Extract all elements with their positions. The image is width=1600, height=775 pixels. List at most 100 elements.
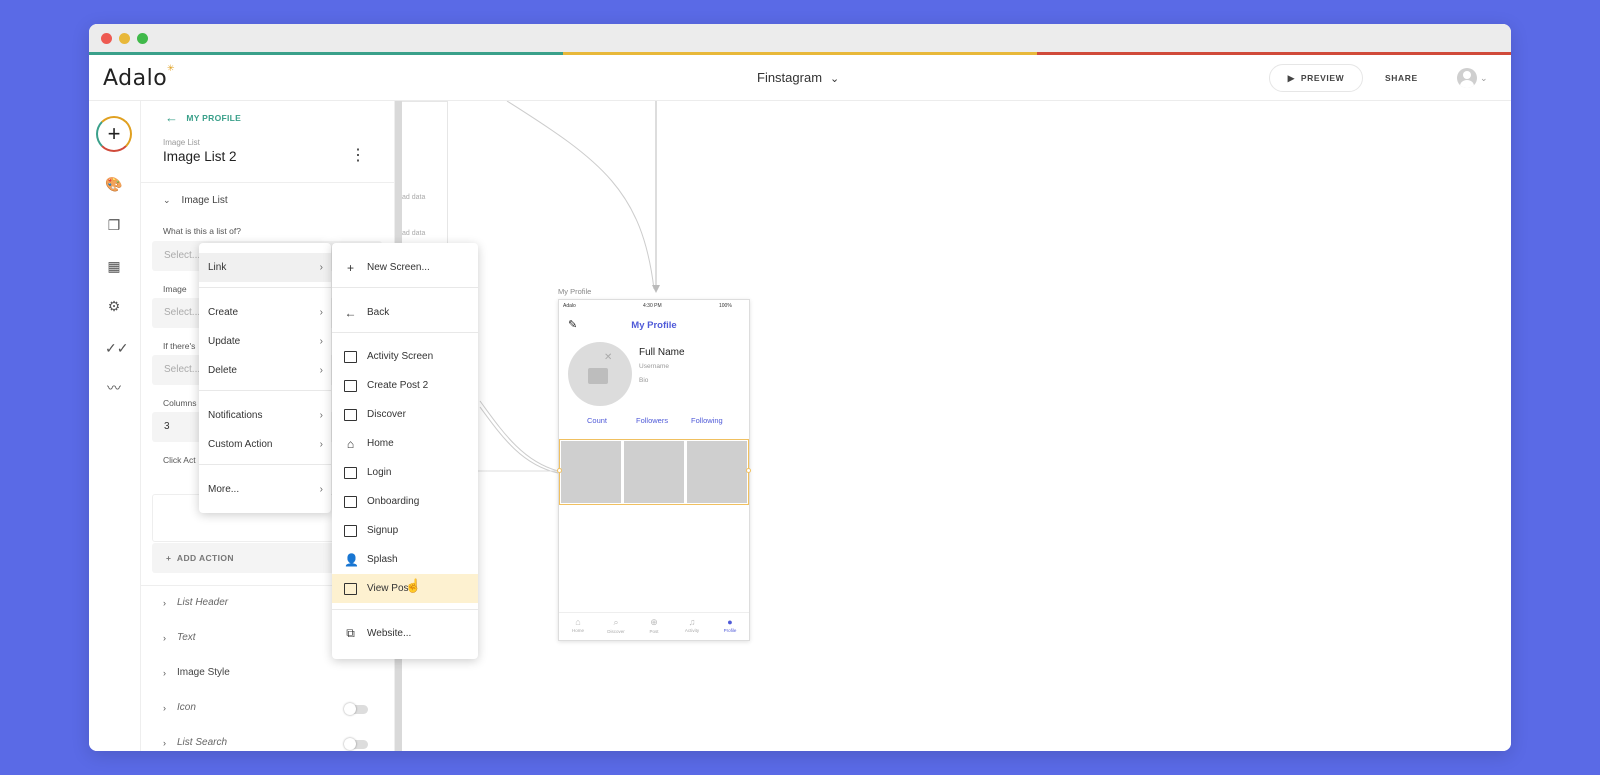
play-icon: ▶: [1287, 72, 1295, 83]
gear-icon[interactable]: ⚙: [105, 297, 123, 315]
screen-text: ad data: [402, 230, 426, 237]
publish-icon[interactable]: ✓✓: [105, 339, 128, 357]
maximize-window-button[interactable]: [137, 33, 148, 44]
icon-toggle[interactable]: [344, 703, 368, 715]
menu-separator: [332, 609, 478, 610]
menu-item-label: Notifications: [208, 410, 263, 421]
logo-star-icon: ✳: [167, 63, 175, 73]
palette-icon[interactable]: 🎨: [105, 175, 123, 193]
screen-label[interactable]: My Profile: [558, 287, 591, 296]
section-image-style[interactable]: › Image Style: [163, 667, 230, 678]
home-icon: ⌂: [346, 436, 355, 451]
component-type: Image List: [163, 138, 200, 147]
canvas[interactable]: ad data ad data My Profile Adalo 4:30 PM…: [402, 101, 1511, 751]
menu-item-discover[interactable]: Discover: [332, 400, 478, 429]
chevron-down-icon: ⌄: [1480, 72, 1488, 83]
resize-handle[interactable]: [746, 468, 751, 473]
menu-item-custom-action[interactable]: Custom Action ›: [199, 430, 331, 459]
menu-item-label: Back: [367, 307, 390, 318]
tab-profile[interactable]: ● Profile: [711, 613, 749, 640]
menu-item-onboarding[interactable]: Onboarding: [332, 487, 478, 516]
menu-item-label: New Screen...: [367, 262, 430, 273]
search-icon: ⌕: [613, 617, 619, 627]
database-icon[interactable]: ▦: [105, 257, 123, 275]
screen-title: My Profile: [631, 320, 677, 331]
screen-icon: [344, 466, 357, 479]
chevron-right-icon: ›: [163, 667, 166, 678]
followers-text[interactable]: Followers: [636, 416, 668, 425]
more-options-icon[interactable]: ⋮: [350, 145, 366, 165]
avatar-placeholder[interactable]: ✕: [568, 342, 632, 406]
analytics-icon[interactable]: 〰: [105, 379, 123, 397]
menu-separator: [199, 287, 331, 288]
section-image-list[interactable]: ⌄ Image List: [163, 195, 228, 206]
hand-cursor-icon: ☝: [405, 578, 422, 593]
adalo-logo[interactable]: Adalo: [103, 66, 167, 91]
back-to-screen-link[interactable]: ← MY PROFILE: [165, 110, 241, 125]
account-menu[interactable]: ⌄: [1457, 68, 1488, 88]
section-text[interactable]: › Text: [163, 632, 196, 643]
menu-item-notifications[interactable]: Notifications ›: [199, 401, 331, 430]
minimize-window-button[interactable]: [119, 33, 130, 44]
menu-item-login[interactable]: Login: [332, 458, 478, 487]
menu-item-more[interactable]: More... ›: [199, 475, 331, 504]
tab-post[interactable]: ⊕ Post: [635, 613, 673, 640]
back-label: MY PROFILE: [186, 112, 242, 123]
section-list-search[interactable]: › List Search: [163, 737, 227, 748]
tab-activity[interactable]: ♫ Activity: [673, 613, 711, 640]
image-cell: [561, 441, 621, 503]
battery-text: 100%: [719, 303, 732, 309]
image-list-component[interactable]: [557, 439, 751, 505]
divider: [141, 182, 394, 183]
add-component-button[interactable]: +: [96, 116, 132, 152]
username-text[interactable]: Username: [639, 363, 669, 370]
screen-icon: [344, 350, 357, 363]
project-title: Finstagram: [757, 70, 823, 85]
app-header: Adalo ✳ Finstagram ⌄ ▶ PREVIEW SHARE ⌄: [89, 55, 1511, 101]
full-name-text[interactable]: Full Name: [639, 347, 685, 358]
menu-item-back[interactable]: ← Back: [332, 298, 478, 327]
screen-icon: [344, 582, 357, 595]
preview-button[interactable]: ▶ PREVIEW: [1269, 64, 1363, 92]
menu-item-create[interactable]: Create ›: [199, 298, 331, 327]
link-line: [479, 400, 559, 472]
tab-label: Post: [649, 629, 659, 634]
image-placeholder-icon: [588, 368, 608, 384]
bio-text[interactable]: Bio: [639, 377, 648, 384]
component-name[interactable]: Image List 2: [163, 149, 237, 164]
menu-item-activity-screen[interactable]: Activity Screen: [332, 342, 478, 371]
menu-item-signup[interactable]: Signup: [332, 516, 478, 545]
menu-item-home[interactable]: ⌂ Home: [332, 429, 478, 458]
chevron-right-icon: ›: [163, 737, 166, 748]
section-icon[interactable]: › Icon: [163, 702, 196, 713]
preview-label: PREVIEW: [1300, 73, 1345, 83]
menu-item-view-post[interactable]: View Post ☝: [332, 574, 478, 603]
menu-item-create-post-2[interactable]: Create Post 2: [332, 371, 478, 400]
section-list-header[interactable]: › List Header: [163, 597, 228, 608]
external-link-icon: ⧉: [346, 626, 355, 640]
menu-item-label: Discover: [367, 409, 406, 420]
resize-handle[interactable]: [557, 468, 562, 473]
chevron-right-icon: ›: [319, 307, 323, 318]
menu-item-splash[interactable]: 👤 Splash: [332, 545, 478, 574]
home-icon: ⌂: [575, 617, 581, 627]
list-search-toggle[interactable]: [344, 738, 368, 750]
menu-item-link[interactable]: Link ›: [199, 253, 331, 282]
profile-screen-preview[interactable]: Adalo 4:30 PM 100% ✎ My Profile ✕ Full N…: [557, 299, 751, 641]
menu-item-update[interactable]: Update ›: [199, 327, 331, 356]
following-text[interactable]: Following: [691, 416, 723, 425]
project-selector[interactable]: Finstagram ⌄: [757, 70, 839, 85]
screens-icon[interactable]: ❐: [105, 216, 123, 234]
count-text[interactable]: Count: [587, 416, 607, 425]
share-button[interactable]: SHARE: [1385, 73, 1418, 83]
menu-item-delete[interactable]: Delete ›: [199, 356, 331, 385]
menu-item-website[interactable]: ⧉ Website...: [332, 619, 478, 648]
click-action-label: Click Act: [163, 455, 196, 465]
tab-discover[interactable]: ⌕ Discover: [597, 613, 635, 640]
menu-item-label: Activity Screen: [367, 351, 434, 362]
close-window-button[interactable]: [101, 33, 112, 44]
tab-home[interactable]: ⌂ Home: [559, 613, 597, 640]
menu-item-new-screen[interactable]: + New Screen...: [332, 253, 478, 282]
arrow-left-icon: ←: [344, 305, 357, 320]
section-label: Icon: [177, 702, 196, 713]
